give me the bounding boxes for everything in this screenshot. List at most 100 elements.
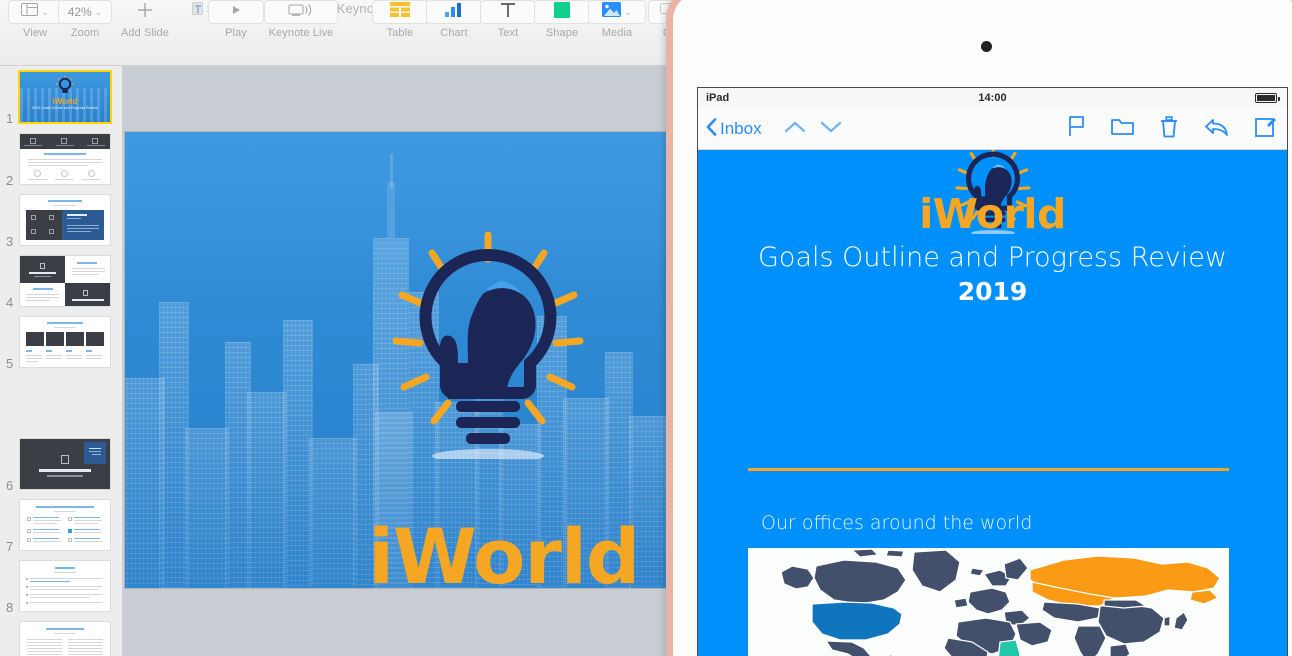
slide-number: 7 <box>6 539 14 554</box>
list-item[interactable]: 1 iWorld 2019 Goals Outline and Progress… <box>0 70 122 128</box>
slide-thumbnail-7[interactable] <box>20 500 110 550</box>
email-slide-caption: Our offices around the world <box>761 512 1033 534</box>
list-item[interactable]: 3 <box>0 195 122 251</box>
media-photo-icon <box>602 2 622 22</box>
keynote-application-window: Slidemart - Corporate Keynote.key — Edit… <box>0 0 672 656</box>
reply-icon[interactable] <box>1204 117 1229 142</box>
slide-number: 5 <box>6 356 14 371</box>
text-label: Text <box>497 27 519 39</box>
chevron-down-icon[interactable] <box>820 119 842 140</box>
play-triangle-icon <box>230 3 242 21</box>
toolbar-text[interactable]: Text <box>480 0 536 39</box>
email-slide-title: iWorld <box>919 190 1066 238</box>
view-chevron-down-icon[interactable]: ⌄ <box>41 7 49 17</box>
slide-number: 4 <box>6 295 14 310</box>
inbox-label: Inbox <box>720 119 762 138</box>
slide-thumbnail-5[interactable] <box>20 317 110 367</box>
battery-full-icon <box>1255 93 1280 103</box>
slide-thumbnail-3[interactable] <box>20 195 110 245</box>
media-label: Media <box>601 27 633 39</box>
table-label: Table <box>386 27 414 39</box>
view-panels-icon <box>21 3 39 21</box>
add-slide-label: Add Slide <box>121 27 169 39</box>
zoom-select[interactable]: 42% ⌄ <box>58 0 112 24</box>
lightbulb-hand-logo-icon <box>392 229 584 463</box>
folder-icon[interactable] <box>1111 117 1134 141</box>
trash-icon[interactable] <box>1160 115 1178 143</box>
zoom-chevron-down-icon[interactable]: ⌄ <box>95 7 103 17</box>
chart-button[interactable] <box>426 0 482 24</box>
text-button[interactable] <box>480 0 536 24</box>
ipad-screen[interactable]: iPad 14:00 Inbox iWorld Goals Outline an… <box>697 87 1288 656</box>
slide-canvas-area[interactable]: iWorld 2019 Goals Outline and Progress R… <box>123 66 672 656</box>
front-camera-dot-icon <box>981 41 992 52</box>
plus-icon <box>135 0 155 25</box>
compose-icon[interactable] <box>1255 116 1277 142</box>
list-item[interactable]: 9 <box>0 622 122 656</box>
slide-thumbnail-4[interactable] <box>20 256 110 306</box>
mail-toolbar-left-group[interactable]: Inbox <box>706 108 842 150</box>
list-item[interactable]: 8 <box>0 561 122 617</box>
slide-number: 2 <box>6 173 14 188</box>
slide-number: 3 <box>6 234 14 249</box>
list-item[interactable]: 4 <box>0 256 122 312</box>
shape-square-icon <box>554 1 570 23</box>
media-button[interactable]: ⌄ <box>588 0 646 24</box>
play-button[interactable] <box>208 0 264 24</box>
text-t-icon <box>499 2 517 23</box>
slide-thumbnail-2[interactable] <box>20 134 110 184</box>
window-titlebar: Slidemart - Corporate Keynote.key — Edit… <box>0 0 672 66</box>
add-slide-button[interactable] <box>114 0 176 24</box>
toolbar-zoom[interactable]: 42% ⌄ Zoom <box>58 0 112 39</box>
flag-icon[interactable] <box>1068 116 1085 142</box>
ipad-device-frame: iPad 14:00 Inbox iWorld Goals Outline an… <box>666 0 1292 656</box>
list-item[interactable]: 5 <box>0 317 122 373</box>
slide-thumbnail-1[interactable]: iWorld 2019 Goals Outline and Progress R… <box>18 70 112 124</box>
keynote-live-button[interactable] <box>264 0 338 24</box>
slide-number: 8 <box>6 600 14 615</box>
mail-app-toolbar[interactable]: Inbox <box>698 108 1287 150</box>
toolbar-shape[interactable]: Shape <box>534 0 590 39</box>
shape-label: Shape <box>545 27 579 39</box>
slide-number: 6 <box>6 478 14 493</box>
toolbar-view[interactable]: ⌄ View <box>8 0 62 39</box>
zoom-label: Zoom <box>70 27 100 39</box>
shape-button[interactable] <box>534 0 590 24</box>
ios-status-bar: iPad 14:00 <box>698 88 1287 108</box>
screenshot-root: Slidemart - Corporate Keynote.key — Edit… <box>0 0 1292 656</box>
bar-chart-icon <box>444 2 464 22</box>
list-item[interactable]: 6 <box>0 439 122 495</box>
toolbar-chart[interactable]: Chart <box>426 0 482 39</box>
chart-label: Chart <box>440 27 468 39</box>
slide-thumbnail-8[interactable] <box>20 561 110 611</box>
chevron-left-icon <box>706 117 717 141</box>
toolbar-keynote-live[interactable]: Keynote Live <box>264 0 338 39</box>
current-slide[interactable]: iWorld 2019 Goals Outline and Progress R… <box>125 132 672 588</box>
orange-divider-rule <box>748 468 1229 471</box>
email-slide-year: 2019 <box>957 277 1028 306</box>
view-label: View <box>22 27 48 39</box>
email-slide-preview: iWorld Goals Outline and Progress Review… <box>698 150 1287 656</box>
toolbar-add-slide[interactable]: Add Slide <box>114 0 176 39</box>
world-map-image <box>748 548 1229 656</box>
view-button[interactable]: ⌄ <box>8 0 62 24</box>
table-button[interactable] <box>372 0 428 24</box>
back-to-inbox-button[interactable]: Inbox <box>706 117 762 141</box>
slide-thumbnail-9[interactable] <box>20 622 110 656</box>
slide-number: 1 <box>6 111 14 126</box>
list-item[interactable]: 2 <box>0 134 122 190</box>
chevron-up-icon[interactable] <box>784 119 806 140</box>
slide-navigator[interactable]: 1 iWorld 2019 Goals Outline and Progress… <box>0 66 123 656</box>
toolbar-play[interactable]: Play <box>208 0 264 39</box>
display-broadcast-icon <box>288 3 314 22</box>
toolbar-table[interactable]: Table <box>372 0 428 39</box>
slide-thumbnail-6[interactable] <box>20 439 110 489</box>
table-grid-icon <box>390 2 410 22</box>
zoom-value: 42% <box>67 5 92 19</box>
media-chevron-down-icon[interactable]: ⌄ <box>624 7 632 17</box>
ipad-bezel: iPad 14:00 Inbox iWorld Goals Outline an… <box>673 0 1292 656</box>
keynote-document-icon <box>191 2 203 15</box>
toolbar-media[interactable]: ⌄ Media <box>588 0 646 39</box>
list-item[interactable]: 7 <box>0 500 122 556</box>
mail-toolbar-actions[interactable] <box>1068 108 1277 150</box>
